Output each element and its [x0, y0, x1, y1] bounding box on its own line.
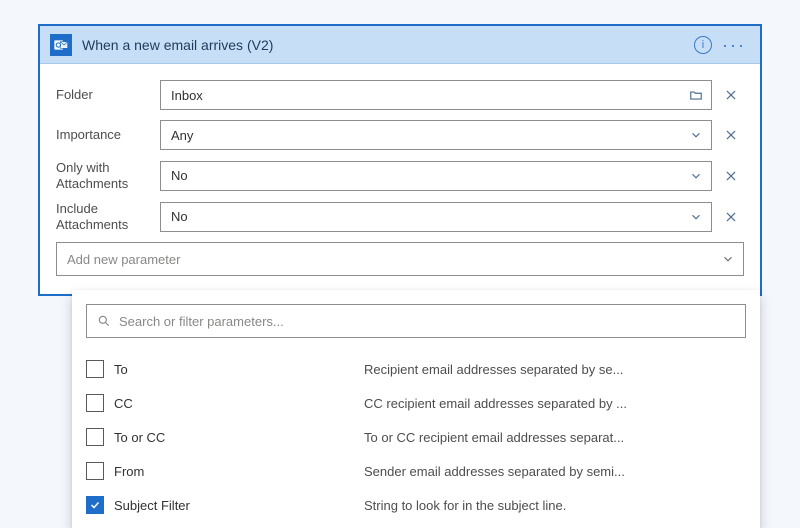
field-row-only-attachments: Only with Attachments No — [56, 160, 744, 191]
importance-label: Importance — [56, 127, 160, 143]
remove-folder-button[interactable] — [718, 88, 744, 102]
card-title: When a new email arrives (V2) — [82, 37, 694, 53]
parameter-description: To or CC recipient email addresses separ… — [364, 430, 746, 445]
remove-importance-button[interactable] — [718, 128, 744, 142]
parameter-description: String to look for in the subject line. — [364, 498, 746, 513]
parameter-list: ToRecipient email addresses separated by… — [86, 352, 746, 522]
parameter-name: CC — [114, 396, 364, 411]
parameter-checkbox[interactable] — [86, 428, 104, 446]
parameter-checkbox[interactable] — [86, 496, 104, 514]
add-parameter-placeholder: Add new parameter — [67, 252, 180, 267]
parameter-option[interactable]: ToRecipient email addresses separated by… — [86, 352, 746, 386]
add-parameter-dropdown[interactable]: Add new parameter — [56, 242, 744, 276]
card-header: When a new email arrives (V2) i ··· — [40, 26, 760, 64]
parameter-description: Sender email addresses separated by semi… — [364, 464, 746, 479]
folder-label: Folder — [56, 87, 160, 103]
parameter-name: Subject Filter — [114, 498, 364, 513]
chevron-down-icon — [721, 252, 735, 266]
chevron-down-icon — [681, 128, 711, 142]
importance-select[interactable]: Any — [160, 120, 712, 150]
trigger-card: When a new email arrives (V2) i ··· Fold… — [38, 24, 762, 296]
more-icon[interactable]: ··· — [722, 36, 750, 54]
parameter-checkbox[interactable] — [86, 394, 104, 412]
parameter-name: To or CC — [114, 430, 364, 445]
card-body: Folder Inbox Impo — [40, 64, 760, 294]
field-row-folder: Folder Inbox — [56, 80, 744, 110]
field-row-importance: Importance Any — [56, 120, 744, 150]
parameter-search-input[interactable]: Search or filter parameters... — [86, 304, 746, 338]
include-attachments-label: Include Attachments — [56, 201, 160, 232]
parameter-option[interactable]: CCCC recipient email addresses separated… — [86, 386, 746, 420]
only-attachments-value: No — [161, 168, 681, 183]
parameter-dropdown-panel: Search or filter parameters... ToRecipie… — [72, 290, 760, 528]
remove-only-attachments-button[interactable] — [718, 169, 744, 183]
folder-value: Inbox — [161, 88, 681, 103]
only-attachments-label: Only with Attachments — [56, 160, 160, 191]
parameter-name: From — [114, 464, 364, 479]
field-row-include-attachments: Include Attachments No — [56, 201, 744, 232]
outlook-icon — [50, 34, 72, 56]
search-placeholder: Search or filter parameters... — [119, 314, 284, 329]
parameter-name: To — [114, 362, 364, 377]
remove-include-attachments-button[interactable] — [718, 210, 744, 224]
importance-value: Any — [161, 128, 681, 143]
parameter-checkbox[interactable] — [86, 462, 104, 480]
parameter-checkbox[interactable] — [86, 360, 104, 378]
parameter-option[interactable]: To or CCTo or CC recipient email address… — [86, 420, 746, 454]
only-attachments-select[interactable]: No — [160, 161, 712, 191]
parameter-description: Recipient email addresses separated by s… — [364, 362, 746, 377]
include-attachments-value: No — [161, 209, 681, 224]
parameter-option[interactable]: FromSender email addresses separated by … — [86, 454, 746, 488]
chevron-down-icon — [681, 210, 711, 224]
folder-icon[interactable] — [681, 88, 711, 102]
parameter-option[interactable]: Subject FilterString to look for in the … — [86, 488, 746, 522]
parameter-description: CC recipient email addresses separated b… — [364, 396, 746, 411]
chevron-down-icon — [681, 169, 711, 183]
info-icon[interactable]: i — [694, 36, 712, 54]
folder-picker[interactable]: Inbox — [160, 80, 712, 110]
include-attachments-select[interactable]: No — [160, 202, 712, 232]
